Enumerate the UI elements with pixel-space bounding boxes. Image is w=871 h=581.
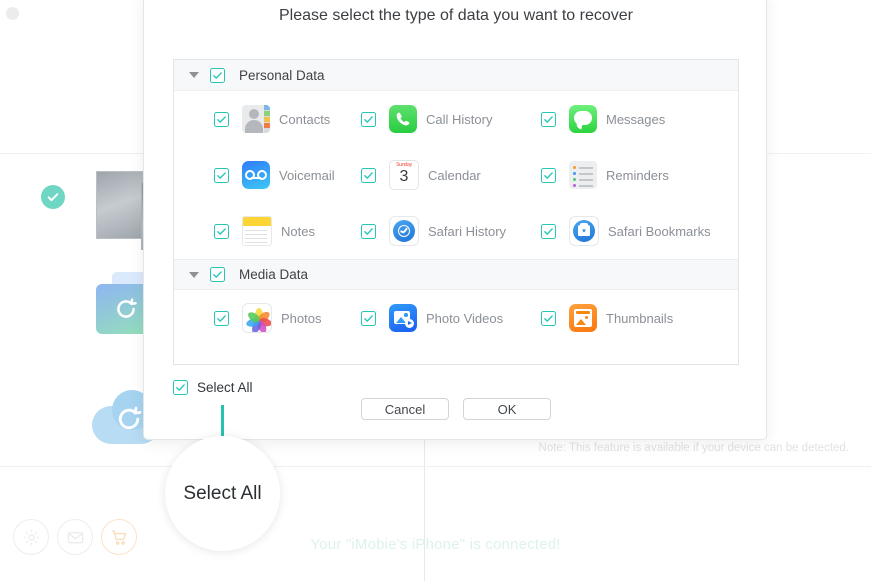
cancel-button[interactable]: Cancel [361,398,449,420]
data-type-label: Voicemail [279,167,335,183]
safari-bookmarks-icon [569,216,599,246]
data-type-item-safari-bookmarks[interactable]: Safari Bookmarks [534,216,724,246]
checkbox-calendar[interactable] [361,167,376,183]
data-type-item-calendar[interactable]: Sunday 3 Calendar [354,160,534,190]
select-all-label: Select All [197,380,253,395]
safari-history-icon [389,216,419,246]
data-type-item-photo-videos[interactable]: Photo Videos [354,304,534,332]
data-type-item-safari-history[interactable]: Safari History [354,216,534,246]
checkbox-safari-bookmarks[interactable] [541,223,556,239]
data-type-item-reminders[interactable]: Reminders [534,161,724,189]
select-all-control[interactable]: Select All [173,380,253,395]
data-type-item-contacts[interactable]: Contacts [174,105,354,133]
media-data-grid: Photos Photo Videos Thumbnails [174,290,738,346]
data-type-selection-dialog: Please select the type of data you want … [143,0,767,440]
data-type-item-call-history[interactable]: Call History [354,105,534,133]
annotation-label: Select All [183,482,262,504]
personal-data-grid: Contacts Call History Messages Voicemail… [174,91,738,259]
data-type-label: Photo Videos [426,310,504,326]
notes-icon [242,216,272,246]
group-label: Media Data [239,267,309,282]
feature-note: Note: This feature is available if your … [538,442,849,454]
checkbox-thumbnails[interactable] [541,310,556,326]
checkbox-select-all[interactable] [173,380,188,395]
group-checkbox-personal-data[interactable] [210,67,225,83]
contacts-icon [242,105,270,133]
calendar-day: 3 [399,168,409,185]
checkbox-voicemail[interactable] [214,167,229,183]
data-type-row: Notes Safari History Safari Bookmarks [174,203,738,259]
group-header-personal-data[interactable]: Personal Data [174,60,738,91]
ok-button[interactable]: OK [463,398,551,420]
calendar-icon: Sunday 3 [389,160,419,190]
group-label: Personal Data [239,67,325,83]
annotation-callout-bubble: Select All [165,436,280,551]
photos-icon [242,303,272,333]
data-type-label: Call History [426,111,493,127]
checkbox-photo-videos[interactable] [361,310,376,326]
data-type-label: Safari Bookmarks [608,223,711,239]
checkbox-photos[interactable] [214,310,229,326]
data-type-row: Voicemail Sunday 3 Calendar Reminders [174,147,738,203]
checkbox-safari-history[interactable] [361,223,376,239]
reminders-icon [569,161,597,189]
call-history-icon [389,105,417,133]
data-type-label: Safari History [428,223,507,239]
dialog-title: Please select the type of data you want … [279,7,633,24]
data-type-label: Contacts [279,111,331,127]
window-control-dot[interactable] [6,7,19,20]
data-type-list: Personal Data Contacts Call History Mess… [173,59,739,365]
checkbox-call-history[interactable] [361,111,376,127]
chevron-down-icon[interactable] [189,72,199,78]
voicemail-icon [242,161,270,189]
data-type-item-photos[interactable]: Photos [174,303,354,333]
data-type-item-messages[interactable]: Messages [534,105,724,133]
checkbox-messages[interactable] [541,111,556,127]
check-circle-icon [41,185,65,209]
messages-icon [569,105,597,133]
dialog-button-row: Cancel OK [144,398,768,420]
photo-videos-icon [389,304,417,332]
group-header-media-data[interactable]: Media Data [174,259,738,290]
data-type-row: Photos Photo Videos Thumbnails [174,290,738,346]
data-type-item-voicemail[interactable]: Voicemail [174,161,354,189]
data-type-label: Messages [606,111,666,127]
data-type-label: Reminders [606,167,669,183]
checkbox-contacts[interactable] [214,111,229,127]
data-type-label: Thumbnails [606,310,674,326]
data-type-item-thumbnails[interactable]: Thumbnails [534,304,724,332]
chevron-down-icon[interactable] [189,271,199,278]
group-checkbox-media-data[interactable] [210,267,225,282]
checkbox-notes[interactable] [214,223,229,239]
data-type-label: Photos [281,310,322,326]
device-connected-status: Your "iMobie's iPhone" is connected! [310,536,561,553]
data-type-label: Notes [281,223,315,239]
thumbnails-icon [569,304,597,332]
data-type-item-notes[interactable]: Notes [174,216,354,246]
checkbox-reminders[interactable] [541,167,556,183]
data-type-label: Calendar [428,167,481,183]
data-type-row: Contacts Call History Messages [174,91,738,147]
